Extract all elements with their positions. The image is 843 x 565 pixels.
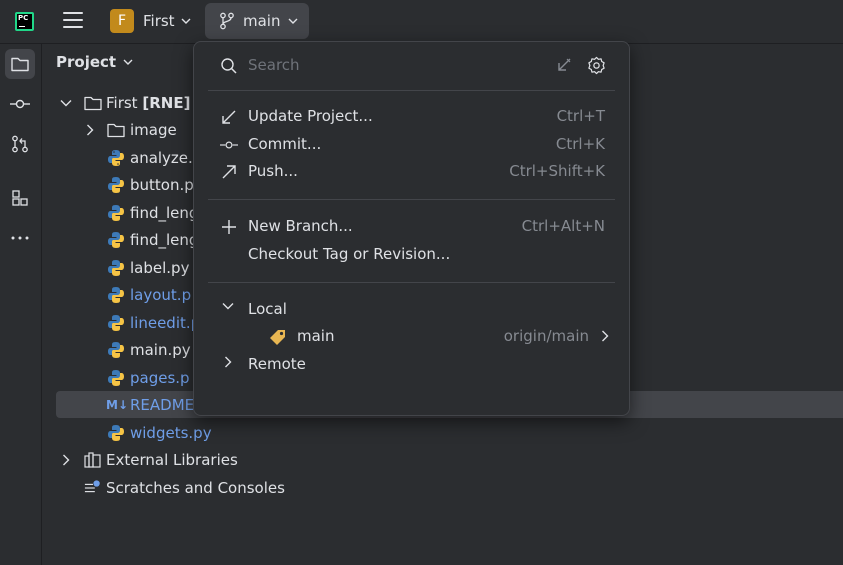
python-file-icon xyxy=(107,286,125,304)
chevron-down-icon xyxy=(222,303,234,310)
tree-row-scratches[interactable]: Scratches and Consoles xyxy=(56,474,843,501)
gear-icon[interactable] xyxy=(587,56,606,75)
chevron-down-icon xyxy=(123,59,133,65)
commit-item[interactable]: Commit... Ctrl+K xyxy=(208,131,615,158)
pycharm-logo-icon: PC xyxy=(15,12,34,31)
menu-label: Checkout Tag or Revision... xyxy=(248,245,451,263)
python-file-icon xyxy=(107,259,125,277)
push-arrow-icon xyxy=(220,163,238,181)
chevron-down-icon xyxy=(288,18,298,24)
python-file-icon xyxy=(107,204,125,222)
project-badge: F xyxy=(110,9,134,33)
group-label: Local xyxy=(248,300,287,318)
python-file-icon xyxy=(107,314,125,332)
python-file-icon xyxy=(107,176,125,194)
commit-tool-button[interactable] xyxy=(5,89,35,119)
chevron-right-icon[interactable] xyxy=(83,123,97,137)
search-bar[interactable]: Search xyxy=(194,42,629,90)
tree-label: main.py xyxy=(130,340,191,359)
project-tool-button[interactable] xyxy=(5,49,35,79)
tree-row-external-libraries[interactable]: External Libraries xyxy=(56,446,843,473)
tree-label: First [RNE] xyxy=(106,93,191,112)
tree-label: widgets.py xyxy=(130,423,212,442)
collapse-all-icon[interactable] xyxy=(556,57,572,73)
scratches-icon xyxy=(84,479,102,497)
menu-label: New Branch... xyxy=(248,217,353,235)
commit-icon xyxy=(10,99,30,109)
tree-label: layout.p xyxy=(130,285,192,304)
chevron-right-icon xyxy=(602,330,609,342)
new-branch-item[interactable]: New Branch... Ctrl+Alt+N xyxy=(208,213,615,240)
git-branches-popup: Search Update Project... Ctrl+T Commit..… xyxy=(193,41,630,416)
separator xyxy=(208,90,615,91)
project-selector[interactable]: F First xyxy=(104,4,199,38)
more-tools-button[interactable] xyxy=(5,223,35,253)
structure-tool-button[interactable] xyxy=(5,183,35,213)
panel-title: Project xyxy=(56,53,117,71)
folder-icon xyxy=(84,94,102,112)
pull-requests-icon xyxy=(12,135,28,153)
branch-icon xyxy=(220,12,234,30)
shortcut-label: Ctrl+Alt+N xyxy=(521,217,605,235)
python-file-icon xyxy=(107,341,125,359)
search-icon xyxy=(221,58,237,74)
menu-label: Update Project... xyxy=(248,107,373,125)
more-icon xyxy=(11,236,29,240)
tree-row-file[interactable]: widgets.py xyxy=(56,419,843,446)
separator xyxy=(208,282,615,283)
tracking-branch-label: origin/main xyxy=(503,327,589,345)
tree-label: image xyxy=(130,120,177,139)
update-arrow-icon xyxy=(220,108,238,126)
tree-label: find_leng xyxy=(130,203,199,222)
tag-icon xyxy=(270,330,285,345)
shortcut-label: Ctrl+Shift+K xyxy=(509,162,605,180)
tree-label: lineedit.p xyxy=(130,313,201,332)
python-file-icon xyxy=(107,369,125,387)
tool-window-strip xyxy=(0,44,42,565)
menu-label: Commit... xyxy=(248,135,322,153)
chevron-right-icon xyxy=(225,356,232,368)
tree-label: pages.p xyxy=(130,368,190,387)
update-project-item[interactable]: Update Project... Ctrl+T xyxy=(208,103,615,130)
search-input[interactable]: Search xyxy=(248,56,300,74)
title-bar: PC F First main xyxy=(0,0,843,44)
menu-label: Push... xyxy=(248,162,298,180)
folder-icon xyxy=(11,57,29,72)
python-file-icon xyxy=(107,231,125,249)
structure-icon xyxy=(12,190,28,206)
shortcut-label: Ctrl+K xyxy=(555,135,605,153)
tree-label: analyze. xyxy=(130,148,193,167)
python-file-icon xyxy=(107,424,125,442)
folder-icon xyxy=(107,121,125,139)
plus-icon xyxy=(220,218,238,236)
separator xyxy=(208,199,615,200)
branch-label: main xyxy=(297,327,335,345)
tree-label: Scratches and Consoles xyxy=(106,478,285,497)
commit-icon xyxy=(220,136,238,154)
branch-row-main[interactable]: main origin/main xyxy=(208,323,615,350)
markdown-file-icon: M↓ xyxy=(106,397,128,412)
remote-branches-group[interactable]: Remote xyxy=(208,351,615,378)
tree-label: button.p xyxy=(130,175,194,194)
chevron-down-icon xyxy=(181,18,191,24)
tree-label: README xyxy=(130,395,195,414)
push-item[interactable]: Push... Ctrl+Shift+K xyxy=(208,158,615,185)
project-name: First xyxy=(143,12,175,30)
branch-selector[interactable]: main xyxy=(205,3,309,39)
chevron-down-icon[interactable] xyxy=(59,96,73,110)
tree-label: label.py xyxy=(130,258,190,277)
chevron-right-icon[interactable] xyxy=(59,453,73,467)
tree-label: External Libraries xyxy=(106,450,238,469)
group-label: Remote xyxy=(248,355,306,373)
branch-name: main xyxy=(243,12,281,30)
pull-requests-tool-button[interactable] xyxy=(5,129,35,159)
local-branches-group[interactable]: Local xyxy=(208,296,615,323)
tree-label: find_leng xyxy=(130,230,199,249)
shortcut-label: Ctrl+T xyxy=(556,107,605,125)
checkout-tag-item[interactable]: Checkout Tag or Revision... xyxy=(208,241,615,268)
main-menu-button[interactable] xyxy=(63,12,83,30)
project-view-selector[interactable]: Project xyxy=(56,53,133,71)
python-file-icon xyxy=(107,149,125,167)
library-icon xyxy=(84,451,102,469)
